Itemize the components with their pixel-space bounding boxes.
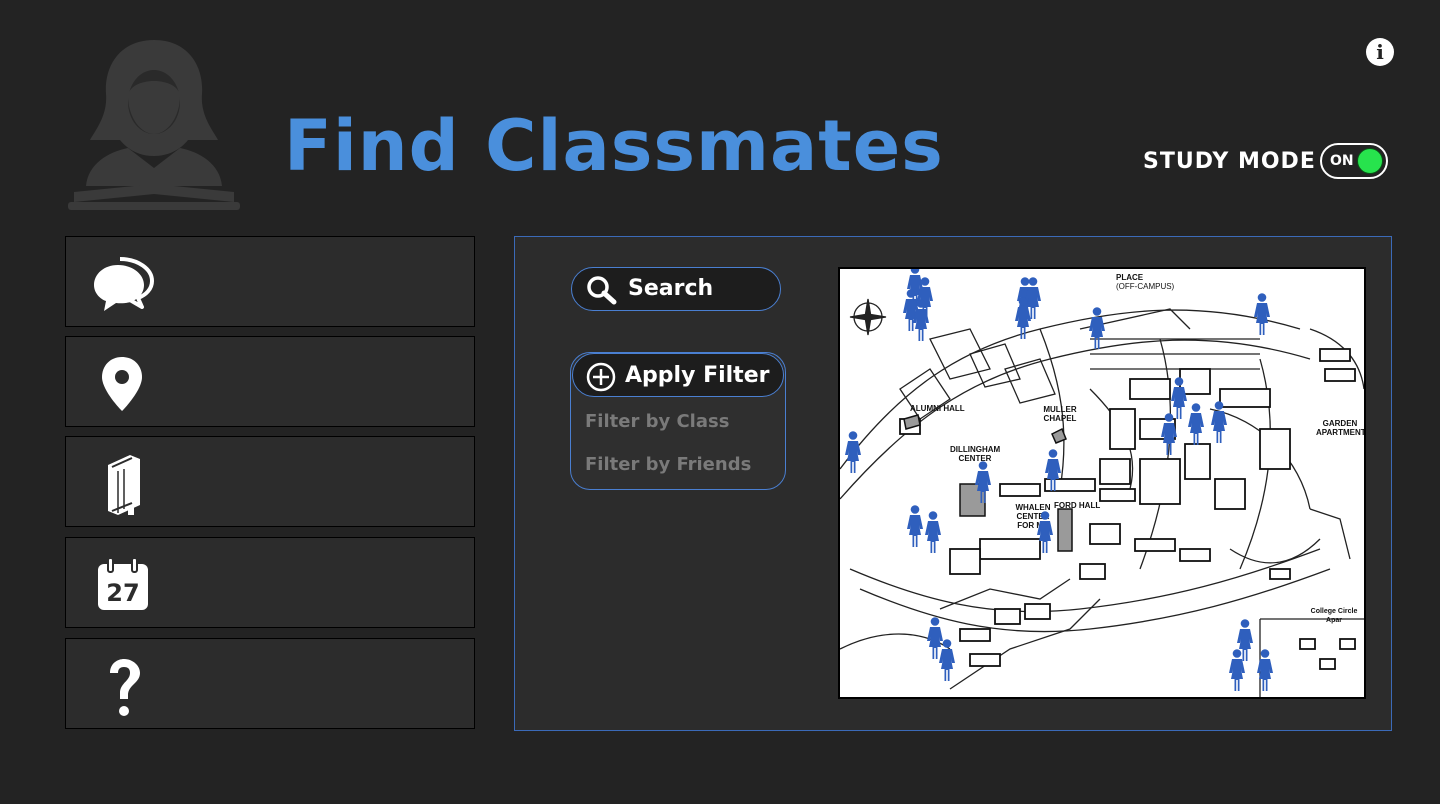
toggle-knob bbox=[1357, 148, 1383, 174]
filter-by-class-option[interactable]: Filter by Class bbox=[585, 411, 729, 433]
classmate-marker[interactable] bbox=[1187, 403, 1205, 445]
page-title: Find Classmates bbox=[284, 105, 944, 187]
filter-by-friends-option[interactable]: Filter by Friends bbox=[585, 454, 751, 476]
classmate-marker[interactable] bbox=[1210, 401, 1228, 443]
student-reading-avatar-icon bbox=[68, 40, 240, 210]
calendar-day: 27 bbox=[106, 579, 139, 607]
sidebar-item-books[interactable] bbox=[65, 436, 475, 527]
classmate-marker[interactable] bbox=[1036, 511, 1054, 553]
question-mark-icon bbox=[110, 659, 140, 716]
chat-bubbles-icon bbox=[94, 257, 154, 311]
map-label-off-campus: (OFF-CAMPUS) bbox=[1116, 282, 1175, 291]
classmate-marker[interactable] bbox=[844, 431, 862, 473]
map-label-ford-hall: FORD HALL bbox=[1054, 501, 1101, 510]
book-icon bbox=[108, 455, 140, 515]
sidebar-item-calendar[interactable]: 27 bbox=[65, 537, 475, 628]
study-mode-toggle[interactable]: ON bbox=[1320, 143, 1388, 179]
search-icon bbox=[587, 276, 617, 305]
campus-map[interactable]: PLACE (OFF-CAMPUS) ALUMNI HALL MULLER CH… bbox=[838, 267, 1366, 699]
sidebar-item-chat[interactable] bbox=[65, 236, 475, 327]
map-label-college-circle: College Circle Apar bbox=[1310, 608, 1358, 624]
map-label-place: PLACE bbox=[1116, 273, 1144, 282]
classmate-marker[interactable] bbox=[1253, 293, 1271, 335]
classmate-marker[interactable] bbox=[1088, 307, 1106, 349]
apply-filter-label: Apply Filter bbox=[625, 363, 770, 388]
sidebar-item-help[interactable] bbox=[65, 638, 475, 729]
classmate-marker[interactable] bbox=[1044, 449, 1062, 491]
map-label-alumni-hall: ALUMNI HALL bbox=[910, 404, 965, 413]
classmate-marker[interactable] bbox=[938, 639, 956, 681]
classmate-marker[interactable] bbox=[1014, 297, 1032, 339]
calendar-icon: 27 bbox=[98, 557, 148, 610]
classmate-marker[interactable] bbox=[974, 461, 992, 503]
classmate-marker[interactable] bbox=[1228, 649, 1246, 691]
apply-filter-button[interactable]: Apply Filter bbox=[572, 353, 784, 397]
search-button[interactable]: Search bbox=[571, 267, 781, 311]
map-label-muller-chapel: MULLER CHAPEL bbox=[1043, 405, 1077, 423]
classmate-marker[interactable] bbox=[1256, 649, 1274, 691]
classmate-marker[interactable] bbox=[912, 299, 930, 341]
info-icon[interactable]: i bbox=[1366, 38, 1394, 66]
study-mode-label: STUDY MODE bbox=[1143, 149, 1316, 174]
toggle-state-label: ON bbox=[1330, 153, 1354, 169]
classmate-marker[interactable] bbox=[1160, 413, 1178, 455]
sidebar-item-location[interactable] bbox=[65, 336, 475, 427]
add-circle-icon bbox=[586, 362, 616, 392]
classmate-marker[interactable] bbox=[906, 505, 924, 547]
map-label-garden-apartments: GARDEN APARTMENT bbox=[1316, 419, 1366, 437]
search-label: Search bbox=[628, 276, 714, 301]
location-pin-icon bbox=[102, 357, 142, 411]
classmate-marker[interactable] bbox=[924, 511, 942, 553]
